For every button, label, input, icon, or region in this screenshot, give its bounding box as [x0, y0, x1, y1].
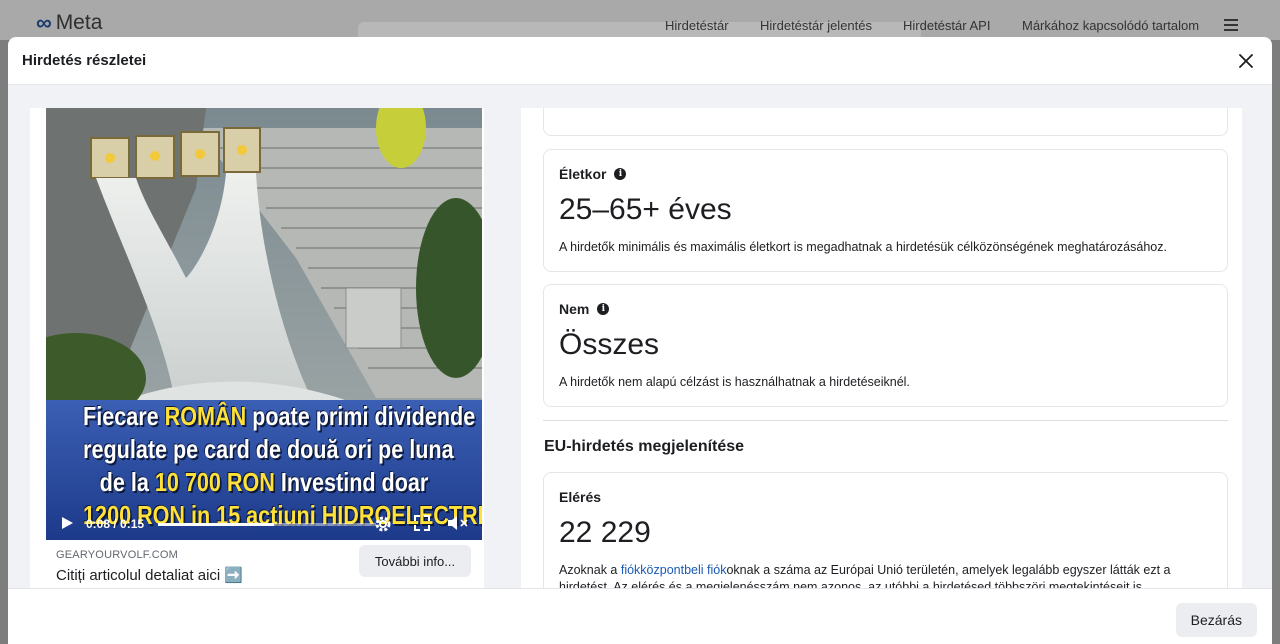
modal-header: Hirdetés részletei — [8, 37, 1272, 85]
gender-value: Összes — [559, 328, 660, 361]
ad-details-panel[interactable]: Életkor i 25–65+ éves A hirdetők minimál… — [521, 108, 1242, 588]
close-button[interactable]: Bezárás — [1175, 603, 1257, 637]
reach-card: Elérés 22 229 Azoknak a fiókközpontbeli … — [543, 472, 1228, 588]
info-icon[interactable]: i — [597, 303, 610, 315]
modal-title: Hirdetés részletei — [22, 52, 147, 69]
gender-label: Nem i — [559, 301, 610, 317]
reach-label-text: Elérés — [559, 489, 602, 505]
modal-footer: Bezárás — [8, 588, 1272, 644]
reach-description: Azoknak a fiókközpontbeli fiókoknak a sz… — [559, 562, 1209, 588]
age-value: 25–65+ éves — [559, 193, 732, 226]
text-part: poate primi dividende — [246, 401, 476, 431]
video-time: 0:08 / 0:15 — [86, 517, 145, 531]
meta-logo: ∞ Meta — [36, 10, 102, 36]
gear-icon[interactable] — [373, 514, 393, 539]
fullscreen-icon[interactable] — [414, 515, 430, 536]
nav-item-ad-library: Hirdetéstár — [665, 18, 729, 33]
previous-card — [543, 108, 1228, 136]
video-progress-fill — [158, 523, 274, 526]
video-progress-bar[interactable] — [158, 523, 376, 526]
meta-logo-text: Meta — [55, 11, 103, 34]
text-part-highlight: ROMÂN — [164, 401, 247, 431]
text-part: regulate pe card de două ori pe luna — [83, 434, 454, 464]
close-icon[interactable] — [1234, 49, 1258, 73]
ad-image-text-line-2: regulate pe card de două ori pe luna — [83, 433, 454, 466]
play-icon[interactable] — [60, 516, 74, 535]
ad-domain: GEARYOURVOLF.COM — [56, 549, 178, 561]
nav-item-ad-library-report: Hirdetéstár jelentés — [760, 18, 872, 33]
age-label-text: Életkor — [559, 166, 607, 182]
text-part: Fiecare — [83, 401, 165, 431]
age-description: A hirdetők minimális és maximális életko… — [559, 240, 1167, 254]
ad-preview-card: Fiecare ROMÂN poate primi dividende regu… — [30, 108, 484, 588]
text-part: Investind doar — [274, 467, 429, 497]
nav-item-ad-library-api: Hirdetéstár API — [903, 18, 991, 33]
gender-label-text: Nem — [559, 301, 590, 317]
ad-caption: Citiți articolul detaliat aici ➡️ — [56, 567, 244, 584]
info-icon[interactable]: i — [614, 168, 627, 180]
text-part-highlight: 10 700 RON — [154, 467, 275, 497]
background-header: ∞ Meta Hirdetéstár Hirdetéstár jelentés … — [0, 0, 1280, 44]
ad-video[interactable]: Fiecare ROMÂN poate primi dividende regu… — [46, 108, 482, 540]
gender-description: A hirdetők nem alapú célzást is használh… — [559, 375, 910, 389]
ad-image-text-line-3: de la 10 700 RON Investind doar — [83, 466, 445, 499]
reach-description-text: Azoknak a — [559, 563, 621, 577]
menu-icon — [1224, 19, 1238, 31]
gender-card: Nem i Összes A hirdetők nem alapú célzás… — [543, 284, 1228, 407]
meta-infinity-icon: ∞ — [36, 10, 52, 35]
modal-body[interactable]: Fiecare ROMÂN poate primi dividende regu… — [8, 85, 1272, 588]
reach-value: 22 229 — [559, 516, 651, 549]
mute-icon[interactable] — [447, 514, 469, 537]
ad-image-text-line-1: Fiecare ROMÂN poate primi dividende — [83, 400, 475, 433]
learn-more-button[interactable]: További info... — [359, 545, 471, 577]
nav-item-branded-content: Márkához kapcsolódó tartalom — [1022, 18, 1200, 33]
text-part: de la — [99, 467, 155, 497]
accounts-center-link[interactable]: fiókközpontbeli fiók — [621, 563, 727, 577]
age-label: Életkor i — [559, 166, 627, 182]
section-divider — [543, 420, 1228, 421]
eu-section-title: EU-hirdetés megjelenítése — [544, 438, 745, 455]
reach-label: Elérés — [559, 489, 601, 505]
ad-link-footer[interactable]: GEARYOURVOLF.COM Citiți articolul detali… — [46, 540, 482, 588]
ad-details-modal: Hirdetés részletei Fiecare ROMÂN poate p… — [8, 37, 1272, 644]
video-controls: 0:08 / 0:15 — [46, 506, 482, 540]
age-card: Életkor i 25–65+ éves A hirdetők minimál… — [543, 149, 1228, 272]
